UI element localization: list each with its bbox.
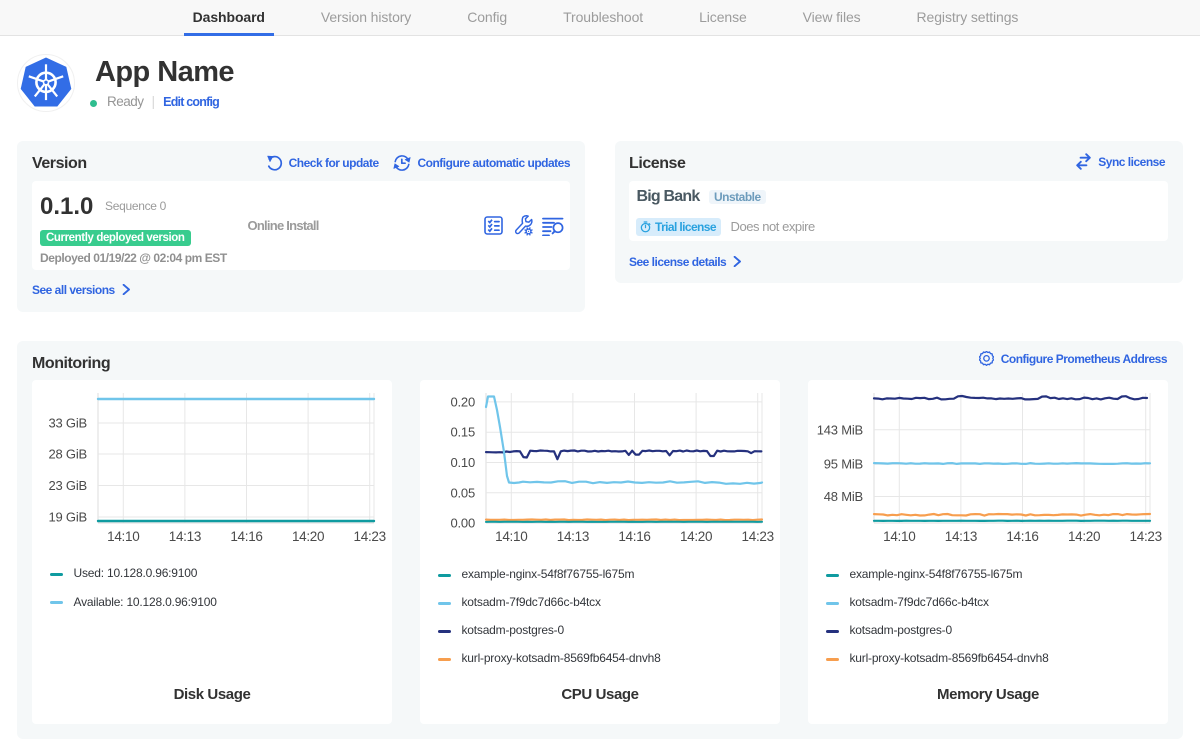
svg-text:14:23: 14:23 — [742, 529, 774, 544]
svg-text:14:20: 14:20 — [292, 529, 324, 544]
svg-text:0.05: 0.05 — [450, 485, 475, 500]
svg-text:23 GiB: 23 GiB — [48, 478, 87, 493]
svg-text:14:10: 14:10 — [495, 529, 527, 544]
svg-text:14:20: 14:20 — [1068, 529, 1100, 544]
svg-text:14:13: 14:13 — [169, 529, 201, 544]
svg-text:143 MiB: 143 MiB — [817, 422, 863, 437]
svg-text:14:10: 14:10 — [107, 529, 139, 544]
svg-text:48 MiB: 48 MiB — [824, 489, 863, 504]
svg-text:28 GiB: 28 GiB — [48, 447, 87, 462]
svg-text:19 GiB: 19 GiB — [48, 510, 87, 525]
svg-text:33 GiB: 33 GiB — [48, 416, 87, 431]
svg-text:14:13: 14:13 — [945, 529, 977, 544]
svg-text:14:16: 14:16 — [230, 529, 262, 544]
svg-text:14:16: 14:16 — [1006, 529, 1038, 544]
svg-text:14:23: 14:23 — [354, 529, 386, 544]
svg-text:14:16: 14:16 — [618, 529, 650, 544]
svg-text:14:23: 14:23 — [1130, 529, 1162, 544]
svg-text:0.10: 0.10 — [450, 455, 475, 470]
svg-text:14:20: 14:20 — [680, 529, 712, 544]
svg-text:14:10: 14:10 — [883, 529, 915, 544]
svg-text:0.20: 0.20 — [450, 394, 475, 409]
svg-text:0.15: 0.15 — [450, 425, 475, 440]
svg-text:0.00: 0.00 — [450, 516, 475, 531]
svg-text:95 MiB: 95 MiB — [824, 457, 863, 472]
svg-text:14:13: 14:13 — [557, 529, 589, 544]
